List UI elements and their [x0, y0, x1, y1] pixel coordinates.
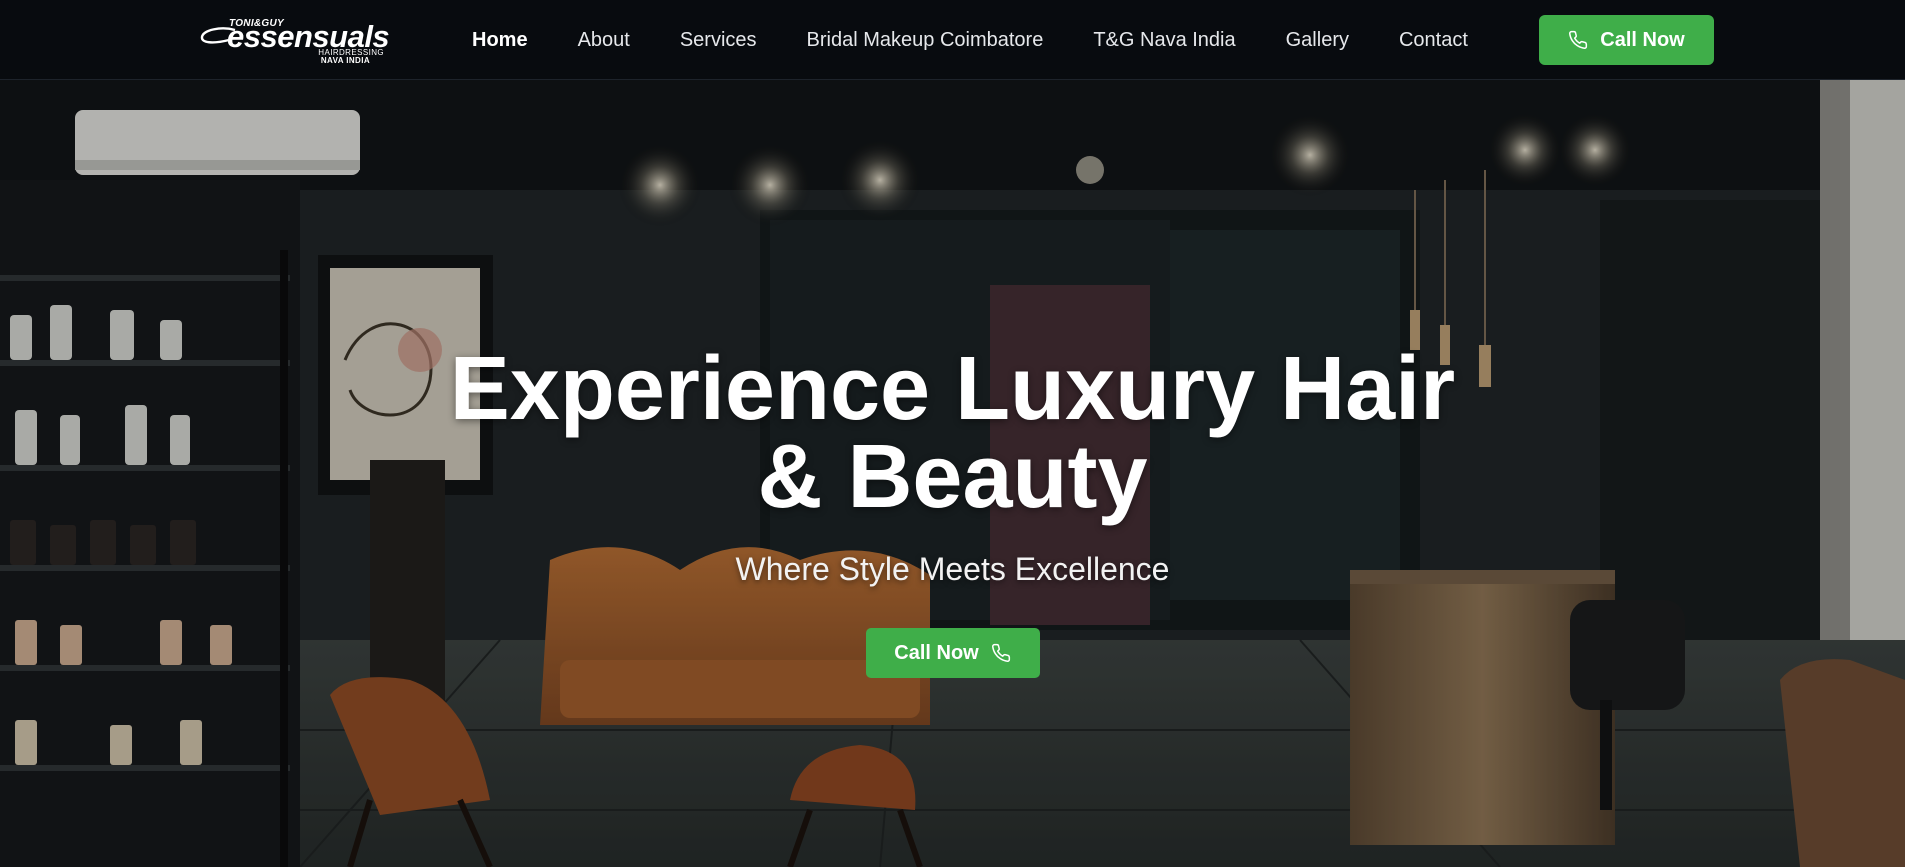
nav-item-services[interactable]: Services [680, 29, 757, 52]
phone-icon [991, 643, 1010, 662]
nav-item-about[interactable]: About [578, 29, 630, 52]
hero-title-line2: & Beauty [757, 427, 1148, 527]
nav-item-tg-nava-india[interactable]: T&G Nava India [1093, 29, 1235, 52]
main-nav: Home About Services Bridal Makeup Coimba… [472, 0, 1468, 80]
header-cta-label: Call Now [1600, 28, 1685, 51]
nav-item-gallery[interactable]: Gallery [1286, 29, 1349, 52]
nav-item-home[interactable]: Home [472, 29, 528, 52]
site-header: TONI&GUY essensuals HAIRDRESSING NAVA IN… [0, 0, 1905, 80]
nav-item-bridal-makeup[interactable]: Bridal Makeup Coimbatore [807, 29, 1044, 52]
hero-subtitle: Where Style Meets Excellence [735, 551, 1170, 587]
hero-title: Experience Luxury Hair & Beauty [403, 344, 1503, 522]
hero-section: Experience Luxury Hair & Beauty Where St… [0, 80, 1905, 867]
logo-location-text: NAVA INDIA [320, 56, 370, 65]
header-call-now-button[interactable]: Call Now [1539, 15, 1714, 65]
hero-call-now-button[interactable]: Call Now [865, 628, 1040, 678]
phone-icon [1569, 30, 1588, 49]
brand-logo[interactable]: TONI&GUY essensuals HAIRDRESSING NAVA IN… [199, 18, 390, 66]
hero-title-line1: Experience Luxury Hair [449, 339, 1456, 439]
hero-content: Experience Luxury Hair & Beauty Where St… [0, 344, 1905, 678]
nav-item-contact[interactable]: Contact [1399, 29, 1468, 52]
hero-cta-label: Call Now [894, 641, 979, 664]
